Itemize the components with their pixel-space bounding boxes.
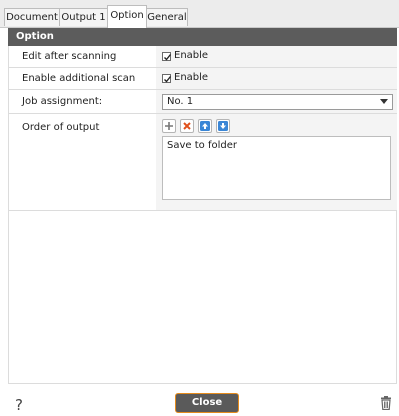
delete-icon xyxy=(183,122,191,130)
add-button[interactable] xyxy=(162,119,176,133)
delete-button[interactable] xyxy=(180,119,194,133)
tab-option[interactable]: Option xyxy=(107,5,147,28)
tab-general[interactable]: General xyxy=(146,8,188,26)
edit-after-scanning-checkbox[interactable] xyxy=(162,52,172,61)
tab-document[interactable]: Document xyxy=(4,8,60,26)
chevron-down-icon xyxy=(380,99,388,104)
order-of-output-value: Save to folder xyxy=(156,114,397,210)
additional-scan-checkbox-label[interactable]: Enable xyxy=(174,72,208,83)
job-assignment-label: Job assignment: xyxy=(22,96,103,107)
help-icon[interactable]: ? xyxy=(15,396,23,414)
list-item[interactable]: Save to folder xyxy=(167,140,237,151)
footer-divider xyxy=(8,383,397,384)
row-job-assignment: Job assignment: No. 1 xyxy=(8,90,397,114)
tab-bar: Document Output 1 Option General xyxy=(0,0,399,28)
trash-icon[interactable] xyxy=(380,396,392,413)
row-edit-after-scanning: Edit after scanning Enable xyxy=(8,46,397,68)
row-enable-additional-scan: Enable additional scan Enable xyxy=(8,68,397,90)
move-up-icon xyxy=(200,121,210,131)
job-assignment-selected-value: No. 1 xyxy=(167,96,194,107)
additional-scan-checkbox[interactable] xyxy=(162,74,172,83)
section-header: Option xyxy=(8,28,397,46)
move-down-icon xyxy=(218,121,228,131)
edit-after-scanning-checkbox-label[interactable]: Enable xyxy=(174,50,208,61)
output-order-list[interactable]: Save to folder xyxy=(162,136,391,200)
edit-after-scanning-label: Edit after scanning xyxy=(22,51,117,62)
close-button[interactable]: Close xyxy=(175,393,239,413)
edit-after-scanning-value: Enable xyxy=(156,46,397,67)
job-assignment-value: No. 1 xyxy=(156,90,397,113)
additional-scan-value: Enable xyxy=(156,68,397,89)
row-order-of-output: Order of output Save to folder xyxy=(8,114,397,211)
tab-output-1[interactable]: Output 1 xyxy=(59,8,108,26)
add-icon xyxy=(165,122,173,130)
move-down-button[interactable] xyxy=(216,119,230,133)
additional-scan-label: Enable additional scan xyxy=(22,73,136,84)
move-up-button[interactable] xyxy=(198,119,212,133)
order-of-output-label: Order of output xyxy=(22,122,100,133)
job-assignment-select[interactable]: No. 1 xyxy=(162,94,393,110)
